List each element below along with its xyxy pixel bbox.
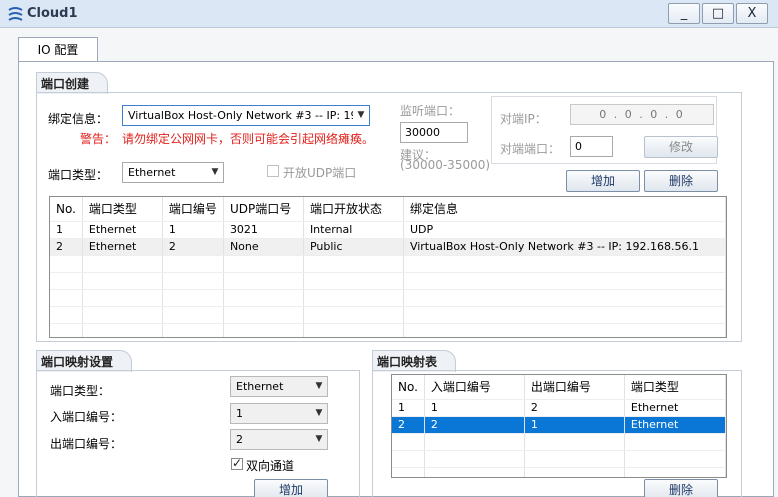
cell: 2 xyxy=(162,238,224,256)
col-header: 端口编号 xyxy=(162,197,224,222)
map-type-value: Ethernet xyxy=(236,380,284,393)
table-row-empty xyxy=(392,450,726,468)
peer-ip-label: 对端IP： xyxy=(500,112,547,126)
mapping-table: No. 入端口编号 出端口编号 端口类型 1 1 2 Ethernet 2 2 … xyxy=(391,374,727,478)
bind-info-label: 绑定信息： xyxy=(48,112,109,126)
peer-port-input[interactable]: 0 xyxy=(570,136,613,157)
chevron-down-icon: ▼ xyxy=(353,106,369,125)
listen-port-label: 监听端口： xyxy=(400,104,461,118)
col-header: UDP端口号 xyxy=(223,197,304,222)
delete-port-button[interactable]: 删除 xyxy=(644,170,718,192)
suggest-range: (30000-35000) xyxy=(400,158,491,172)
table-row-empty xyxy=(50,272,726,290)
cell: 2 xyxy=(524,399,625,417)
title-bar: Cloud1 _ □ X xyxy=(0,0,778,28)
col-header: 端口类型 xyxy=(624,375,726,400)
add-port-button[interactable]: 增加 xyxy=(566,170,640,192)
cell: Internal xyxy=(303,221,404,239)
cell: 2 xyxy=(424,416,525,434)
tab-io-config[interactable]: IO 配置 xyxy=(18,37,98,62)
cell: 1 xyxy=(162,221,224,239)
port-map-settings-title: 端口映射设置 xyxy=(36,350,133,372)
table-row[interactable]: 1 Ethernet 1 3021 Internal UDP xyxy=(50,221,726,239)
table-row-empty xyxy=(50,306,726,324)
table-row-empty xyxy=(392,433,726,451)
port-create-title: 端口创建 xyxy=(36,72,109,94)
port-table-grid: No. 端口类型 端口编号 UDP端口号 端口开放状态 绑定信息 1 Ether… xyxy=(50,197,726,337)
peer-port-label: 对端端口： xyxy=(500,142,561,156)
out-port-label: 出端口编号： xyxy=(50,437,123,451)
warning-label: 警告： xyxy=(80,132,117,146)
port-type-label: 端口类型： xyxy=(48,168,109,182)
cell: 1 xyxy=(50,221,83,239)
table-row-selected[interactable]: 2 2 1 Ethernet xyxy=(392,416,726,434)
cell: 1 xyxy=(392,399,425,417)
col-header: 端口类型 xyxy=(82,197,163,222)
col-header: 绑定信息 xyxy=(403,197,726,222)
chevron-down-icon: ▼ xyxy=(311,377,327,396)
port-table: No. 端口类型 端口编号 UDP端口号 端口开放状态 绑定信息 1 Ether… xyxy=(49,196,727,338)
bind-info-select[interactable]: VirtualBox Host-Only Network #3 -- IP: 1… xyxy=(122,105,370,126)
table-row[interactable]: 2 Ethernet 2 None Public VirtualBox Host… xyxy=(50,238,726,256)
add-mapping-button[interactable]: 增加 xyxy=(254,479,328,497)
port-table-header: No. 端口类型 端口编号 UDP端口号 端口开放状态 绑定信息 xyxy=(50,197,726,222)
window-title: Cloud1 xyxy=(27,6,78,21)
table-row-empty xyxy=(50,255,726,273)
port-type-select[interactable]: Ethernet ▼ xyxy=(122,162,224,183)
cell: Ethernet xyxy=(82,238,163,256)
col-header: 出端口编号 xyxy=(524,375,625,400)
col-header: 端口开放状态 xyxy=(303,197,404,222)
cell: UDP xyxy=(403,221,726,239)
chevron-down-icon: ▼ xyxy=(311,430,327,449)
cell: 2 xyxy=(50,238,83,256)
col-header: 入端口编号 xyxy=(424,375,525,400)
port-type-value: Ethernet xyxy=(128,166,176,179)
cell: Public xyxy=(303,238,404,256)
map-type-label: 端口类型： xyxy=(50,384,111,398)
bidirectional-checkbox[interactable] xyxy=(231,456,243,470)
delete-mapping-button[interactable]: 删除 xyxy=(644,479,718,497)
col-header: No. xyxy=(50,197,83,222)
cell: VirtualBox Host-Only Network #3 -- IP: 1… xyxy=(403,238,726,256)
mapping-table-header: No. 入端口编号 出端口编号 端口类型 xyxy=(392,375,726,400)
port-map-table-title: 端口映射表 xyxy=(372,350,457,372)
out-port-value: 2 xyxy=(236,433,243,446)
close-button[interactable]: X xyxy=(736,3,768,24)
col-header: No. xyxy=(392,375,425,400)
chevron-down-icon: ▼ xyxy=(311,404,327,423)
chevron-down-icon: ▼ xyxy=(207,163,223,182)
table-row-empty xyxy=(50,289,726,307)
bind-info-value: VirtualBox Host-Only Network #3 -- IP: 1… xyxy=(128,109,370,122)
listen-port-input[interactable]: 30000 xyxy=(400,122,468,143)
bidirectional-label: 双向通道 xyxy=(246,459,295,473)
cell: 1 xyxy=(524,416,625,434)
cell: None xyxy=(223,238,304,256)
cell: Ethernet xyxy=(82,221,163,239)
cell: 3021 xyxy=(223,221,304,239)
mapping-table-grid: No. 入端口编号 出端口编号 端口类型 1 1 2 Ethernet 2 2 … xyxy=(392,375,726,477)
in-port-value: 1 xyxy=(236,407,243,420)
cell: Ethernet xyxy=(624,416,726,434)
open-udp-checkbox[interactable] xyxy=(267,165,279,177)
cell: 2 xyxy=(392,416,425,434)
out-port-select[interactable]: 2 ▼ xyxy=(230,429,328,450)
table-row-empty xyxy=(50,323,726,337)
cloud-app-icon xyxy=(8,7,23,21)
warning-text: 请勿绑定公网网卡，否则可能会引起网络瘫痪。 xyxy=(122,132,375,146)
peer-ip-input[interactable]: 0 . 0 . 0 . 0 xyxy=(570,104,714,125)
table-row[interactable]: 1 1 2 Ethernet xyxy=(392,399,726,417)
table-row-empty xyxy=(392,467,726,477)
in-port-label: 入端口编号： xyxy=(50,410,123,424)
minimize-button[interactable]: _ xyxy=(668,3,700,24)
open-udp-label: 开放UDP端口 xyxy=(283,166,357,180)
in-port-select[interactable]: 1 ▼ xyxy=(230,403,328,424)
maximize-button[interactable]: □ xyxy=(702,3,734,24)
map-type-select[interactable]: Ethernet ▼ xyxy=(230,376,328,397)
cell: 1 xyxy=(424,399,525,417)
modify-button[interactable]: 修改 xyxy=(644,136,718,158)
cell: Ethernet xyxy=(624,399,726,417)
